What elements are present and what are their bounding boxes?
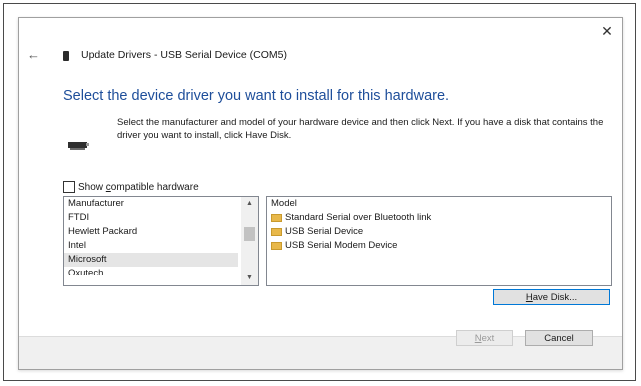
list-item[interactable]: Oxutech	[64, 267, 238, 275]
list-item[interactable]: Intel	[64, 239, 238, 253]
list-item-selected[interactable]: Microsoft	[64, 253, 238, 267]
list-item[interactable]: Hewlett Packard	[64, 225, 238, 239]
device-small-icon	[63, 51, 69, 61]
list-item[interactable]: Standard Serial over Bluetooth link	[267, 211, 611, 225]
dialog-title: Update Drivers - USB Serial Device (COM5…	[81, 49, 287, 61]
instructions-text: Select the manufacturer and model of you…	[117, 117, 604, 141]
scroll-thumb[interactable]	[244, 227, 255, 241]
list-item[interactable]: FTDI	[64, 211, 238, 225]
serial-device-icon	[68, 142, 89, 150]
show-compatible-hardware[interactable]: Show compatible hardware	[63, 181, 199, 193]
list-item[interactable]: USB Serial Modem Device	[267, 239, 611, 253]
back-arrow-icon[interactable]: ←	[27, 48, 43, 62]
driver-folder-icon	[271, 242, 282, 250]
manufacturer-header: Manufacturer	[68, 198, 124, 209]
manufacturer-scrollbar[interactable]: ▲ ▼	[241, 197, 258, 285]
cancel-button[interactable]: Cancel	[525, 330, 593, 346]
compatible-checkbox[interactable]	[63, 181, 75, 193]
model-label: USB Serial Modem Device	[285, 240, 398, 251]
model-header: Model	[271, 198, 297, 209]
manufacturer-list[interactable]: Manufacturer FTDI Hewlett Packard Intel …	[63, 196, 259, 286]
model-list[interactable]: Model Standard Serial over Bluetooth lin…	[266, 196, 612, 286]
page-heading: Select the device driver you want to ins…	[63, 88, 450, 104]
scroll-up-icon[interactable]: ▲	[241, 197, 258, 211]
scroll-down-icon[interactable]: ▼	[241, 271, 258, 285]
have-disk-button[interactable]: Have Disk...	[493, 289, 610, 305]
update-drivers-dialog: ✕ ← Update Drivers - USB Serial Device (…	[18, 17, 623, 370]
model-label: Standard Serial over Bluetooth link	[285, 212, 432, 223]
driver-folder-icon	[271, 214, 282, 222]
driver-folder-icon	[271, 228, 282, 236]
model-label: USB Serial Device	[285, 226, 364, 237]
list-item[interactable]: USB Serial Device	[267, 225, 611, 239]
compatible-label: Show compatible hardware	[78, 181, 199, 193]
next-button[interactable]: Next	[456, 330, 513, 346]
close-icon[interactable]: ✕	[598, 22, 616, 40]
